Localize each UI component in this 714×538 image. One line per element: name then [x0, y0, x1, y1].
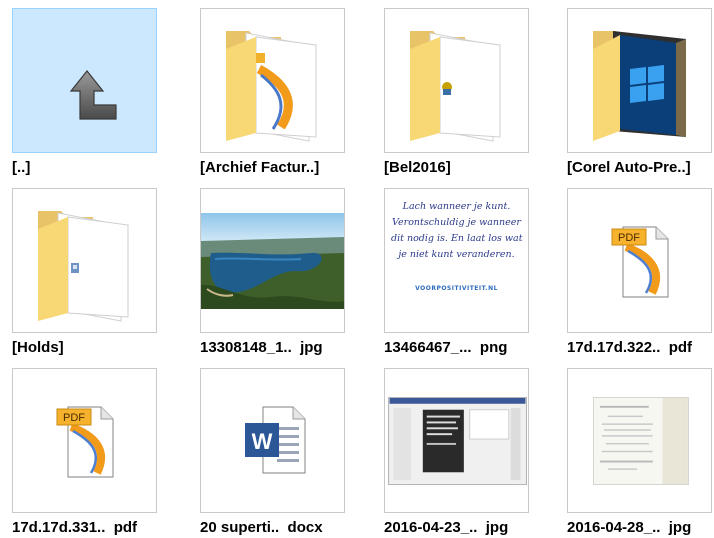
thumbnail[interactable] — [567, 8, 712, 153]
file-label: [Holds] — [12, 339, 64, 356]
thumbnail[interactable]: W — [200, 368, 345, 513]
file-label: 2016-04-23_.. jpg — [384, 519, 509, 536]
thumbnail[interactable] — [12, 8, 157, 153]
tile-folder-bel2016[interactable]: [Bel2016] — [384, 8, 530, 180]
tile-image-lake[interactable]: 13308148_1.. jpg — [200, 188, 346, 360]
pdf-icon: PDF — [611, 226, 669, 298]
thumbnail[interactable] — [12, 188, 157, 333]
folder-icon — [410, 31, 501, 142]
file-label: [..] — [12, 159, 31, 176]
thumbnail[interactable]: PDF — [567, 188, 712, 333]
quote-line: Lach wanneer je kunt. — [402, 201, 511, 212]
file-label: 20 superti.. docx — [200, 519, 323, 536]
tile-parent-folder[interactable]: [..] — [12, 8, 158, 180]
folder-icon — [593, 31, 686, 141]
thumbnail-grid: [..] [Archief Factur..] [Bel2016] [Corel… — [0, 0, 714, 538]
file-label: 17d.17d.331.. pdf — [12, 519, 138, 536]
up-arrow-icon — [69, 70, 117, 120]
screenshot-thumb — [388, 397, 527, 485]
tile-folder-archief[interactable]: [Archief Factur..] — [200, 8, 346, 180]
tile-folder-corel[interactable]: [Corel Auto-Pre..] — [567, 8, 713, 180]
thumbnail[interactable]: Lach wanneer je kunt. Verontschuldig je … — [384, 188, 529, 333]
document-thumb — [593, 397, 689, 485]
thumbnail[interactable] — [384, 8, 529, 153]
file-label: 13308148_1.. jpg — [200, 339, 323, 356]
word-icon: W — [245, 406, 306, 474]
lake-photo — [201, 213, 344, 309]
tile-image-document[interactable]: 2016-04-28_.. jpg — [567, 368, 713, 538]
tile-image-screenshot[interactable]: 2016-04-23_.. jpg — [384, 368, 530, 538]
thumbnail[interactable] — [567, 368, 712, 513]
quote-line: Verontschuldig je wanneer — [392, 217, 521, 228]
thumbnail[interactable] — [200, 188, 345, 333]
tile-folder-holds[interactable]: [Holds] — [12, 188, 158, 360]
file-label: 17d.17d.322.. pdf — [567, 339, 693, 356]
tile-pdf-331[interactable]: PDF 17d.17d.331.. pdf — [12, 368, 158, 538]
pdf-badge: PDF — [618, 232, 640, 244]
folder-icon — [38, 211, 129, 322]
word-badge: W — [252, 429, 273, 454]
quote-line: je niet kunt veranderen. — [398, 249, 515, 260]
tile-pdf-322[interactable]: PDF 17d.17d.322.. pdf — [567, 188, 713, 360]
pdf-icon: PDF — [56, 406, 114, 478]
file-label: 2016-04-28_.. jpg — [567, 519, 692, 536]
tile-image-quote[interactable]: Lach wanneer je kunt. Verontschuldig je … — [384, 188, 530, 360]
file-label: [Archief Factur..] — [200, 159, 320, 176]
tile-docx[interactable]: W 20 superti.. docx — [200, 368, 346, 538]
pdf-badge: PDF — [63, 412, 85, 424]
quote-image: Lach wanneer je kunt. Verontschuldig je … — [391, 199, 523, 324]
file-label: [Corel Auto-Pre..] — [567, 159, 691, 176]
file-label: [Bel2016] — [384, 159, 451, 176]
quote-logo: VOORPOSITIVITEIT.NL — [415, 285, 498, 292]
quote-line: dit nodig is. En laat los wat — [391, 233, 523, 244]
file-label: 13466467_... png — [384, 339, 508, 356]
thumbnail[interactable]: PDF — [12, 368, 157, 513]
folder-icon — [226, 31, 317, 142]
thumbnail[interactable] — [384, 368, 529, 513]
thumbnail[interactable] — [200, 8, 345, 153]
